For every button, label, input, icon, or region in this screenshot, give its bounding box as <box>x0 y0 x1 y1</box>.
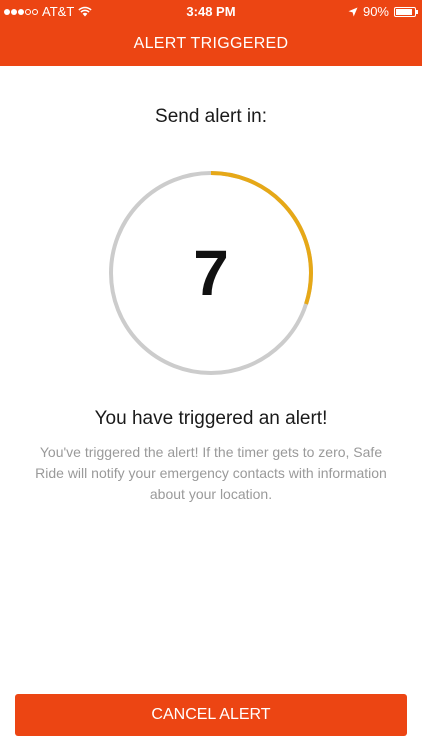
battery-percent: 90% <box>362 4 389 19</box>
alert-description: You've triggered the alert! If the timer… <box>35 444 387 502</box>
countdown-value: 7 <box>193 237 229 309</box>
battery-level <box>396 8 413 15</box>
status-bar: AT&T 3:48 PM 90% <box>0 0 422 22</box>
countdown-timer: 7 <box>108 170 314 376</box>
alert-title: You have triggered an alert! <box>94 408 328 429</box>
page-title: ALERT TRIGGERED <box>133 35 289 52</box>
alert-triggered-screen: AT&T 3:48 PM 90% ALERT TRIGGERED Send al… <box>0 0 422 750</box>
status-right: 90% <box>348 4 418 19</box>
header: ALERT TRIGGERED <box>0 22 422 66</box>
battery-icon <box>394 6 418 17</box>
countdown-label: Send alert in: <box>155 106 267 127</box>
location-arrow-icon <box>348 7 358 16</box>
cancel-alert-button[interactable]: CANCEL ALERT <box>15 694 407 736</box>
